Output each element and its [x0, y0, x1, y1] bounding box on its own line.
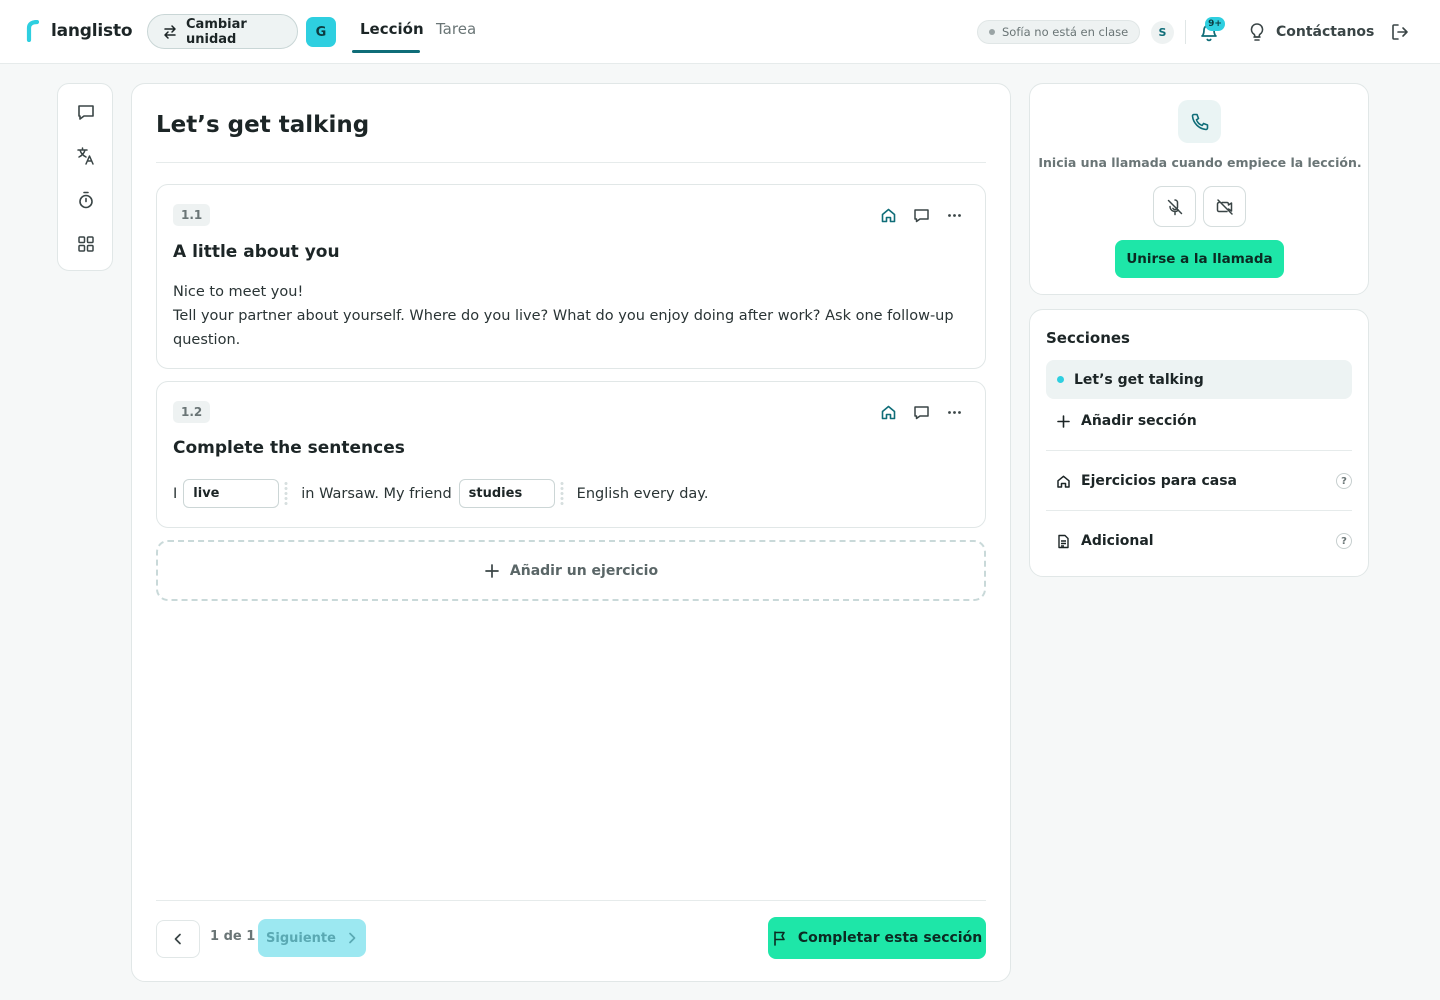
plus-icon: [1056, 414, 1071, 429]
exercise-number: 1.2: [173, 401, 211, 423]
contact-us-link[interactable]: Contáctanos: [1248, 22, 1374, 42]
camera-toggle[interactable]: [1203, 186, 1246, 227]
stopwatch-icon: [76, 190, 96, 210]
logout-icon: [1390, 22, 1410, 42]
document-icon: [1056, 534, 1071, 549]
home-icon[interactable]: [880, 207, 897, 224]
complete-section-label: Completar esta sección: [797, 930, 983, 946]
more-options-icon[interactable]: [946, 404, 963, 421]
add-section-button[interactable]: Añadir sección: [1046, 401, 1352, 441]
logo-icon: [26, 20, 39, 42]
section-title: Let’s get talking: [156, 112, 370, 138]
student-avatar[interactable]: S: [1151, 21, 1174, 44]
chat-icon: [76, 102, 96, 122]
previous-page-button[interactable]: [156, 920, 200, 958]
logout-button[interactable]: [1390, 22, 1410, 42]
call-status: [1178, 100, 1221, 143]
active-dot-icon: [1057, 376, 1064, 383]
add-exercise-label: Añadir un ejercicio: [509, 562, 659, 579]
status-dot-icon: [989, 29, 995, 35]
swap-arrows-icon: [162, 24, 178, 40]
help-icon[interactable]: ?: [1336, 533, 1352, 549]
translate-icon: [76, 146, 96, 166]
sections-divider: [1046, 510, 1352, 511]
footer-divider: [156, 900, 986, 901]
lightbulb-icon: [1248, 22, 1266, 42]
grid-icon: [76, 234, 96, 254]
rail-translate-button[interactable]: [75, 145, 97, 167]
instruction-line: Nice to meet you!: [173, 284, 304, 300]
chevron-right-icon: [346, 931, 358, 945]
gap-input-2[interactable]: studies: [458, 479, 555, 508]
student-status-text: Sofía no está en clase: [1002, 25, 1129, 39]
drag-handle-icon[interactable]: [558, 480, 565, 507]
section-item-label: Let’s get talking: [1074, 371, 1204, 388]
section-item-lets-get-talking[interactable]: Let’s get talking: [1046, 360, 1352, 399]
page-counter: 1 de 1: [210, 929, 256, 944]
switch-unit-button[interactable]: Cambiar unidad: [147, 14, 298, 49]
brand-logo[interactable]: langlisto: [26, 20, 133, 42]
exercise-title: Complete the sentences: [173, 438, 405, 458]
sentence-text: English every day.: [576, 485, 709, 502]
additional-label: Adicional: [1081, 533, 1154, 549]
add-exercise-button[interactable]: Añadir un ejercicio: [156, 540, 986, 601]
homework-section[interactable]: Ejercicios para casa ?: [1046, 461, 1352, 501]
next-page-button[interactable]: Siguiente: [258, 919, 366, 957]
student-status-badge: Sofía no está en clase: [977, 20, 1140, 44]
add-section-label: Añadir sección: [1081, 413, 1197, 429]
rail-apps-button[interactable]: [75, 233, 97, 255]
comment-icon[interactable]: [913, 207, 930, 224]
switch-unit-label: Cambiar unidad: [186, 16, 247, 47]
sentence-text: in Warsaw. My friend: [301, 485, 452, 502]
exercise-card: 1.2 Complete the sentences I live in War…: [156, 381, 986, 528]
title-divider: [156, 162, 986, 163]
sentence-text: I: [173, 485, 178, 502]
comment-icon[interactable]: [913, 404, 930, 421]
more-options-icon[interactable]: [946, 207, 963, 224]
exercise-toolbar: [880, 207, 963, 224]
top-header: langlisto Cambiar unidad G Lección Tarea…: [0, 0, 1440, 64]
help-icon[interactable]: ?: [1336, 473, 1352, 489]
rail-timer-button[interactable]: [75, 189, 97, 211]
complete-section-button[interactable]: Completar esta sección: [768, 917, 986, 959]
fill-in-sentence: I live in Warsaw. My friend studies Engl…: [173, 479, 708, 508]
camera-off-icon: [1216, 198, 1234, 216]
chevron-left-icon: [171, 932, 185, 946]
flag-icon: [772, 930, 788, 946]
plus-icon: [484, 563, 500, 579]
next-label: Siguiente: [266, 930, 336, 946]
exercise-title: A little about you: [173, 242, 340, 262]
exercise-toolbar: [880, 404, 963, 421]
microphone-toggle[interactable]: [1153, 186, 1196, 227]
contact-us-label: Contáctanos: [1276, 24, 1375, 40]
rail-chat-button[interactable]: [75, 101, 97, 123]
sections-divider: [1046, 450, 1352, 451]
exercise-card: 1.1 A little about you Nice to meet you!…: [156, 184, 986, 369]
tab-homework[interactable]: Tarea: [436, 20, 476, 38]
group-badge[interactable]: G: [306, 17, 336, 47]
tab-lesson[interactable]: Lección: [360, 20, 424, 38]
join-call-button[interactable]: Unirse a la llamada: [1115, 240, 1284, 278]
brand-name: langlisto: [51, 21, 133, 41]
header-divider: [1185, 20, 1186, 44]
mic-off-icon: [1166, 198, 1184, 216]
home-icon[interactable]: [880, 404, 897, 421]
sections-title: Secciones: [1046, 329, 1130, 347]
phone-icon: [1190, 112, 1210, 132]
call-panel: Inicia una llamada cuando empiece la lec…: [1029, 83, 1369, 295]
lesson-panel: Let’s get talking 1.1 A little about you…: [131, 83, 1011, 982]
instruction-line: Tell your partner about yourself. Where …: [173, 308, 954, 348]
exercise-instructions: Nice to meet you! Tell your partner abou…: [173, 280, 963, 352]
gap-input-1[interactable]: live: [183, 479, 280, 508]
active-tab-indicator: [352, 50, 420, 53]
home-icon: [1056, 474, 1071, 489]
call-hint-text: Inicia una llamada cuando empiece la lec…: [1038, 155, 1362, 170]
additional-section[interactable]: Adicional ?: [1046, 521, 1352, 561]
homework-label: Ejercicios para casa: [1081, 473, 1238, 489]
exercise-number: 1.1: [173, 204, 211, 226]
sections-panel: Secciones Let’s get talking Añadir secci…: [1029, 309, 1369, 577]
tools-rail: [57, 83, 113, 271]
drag-handle-icon[interactable]: [283, 480, 290, 507]
notifications-count-badge: 9+: [1205, 17, 1225, 31]
